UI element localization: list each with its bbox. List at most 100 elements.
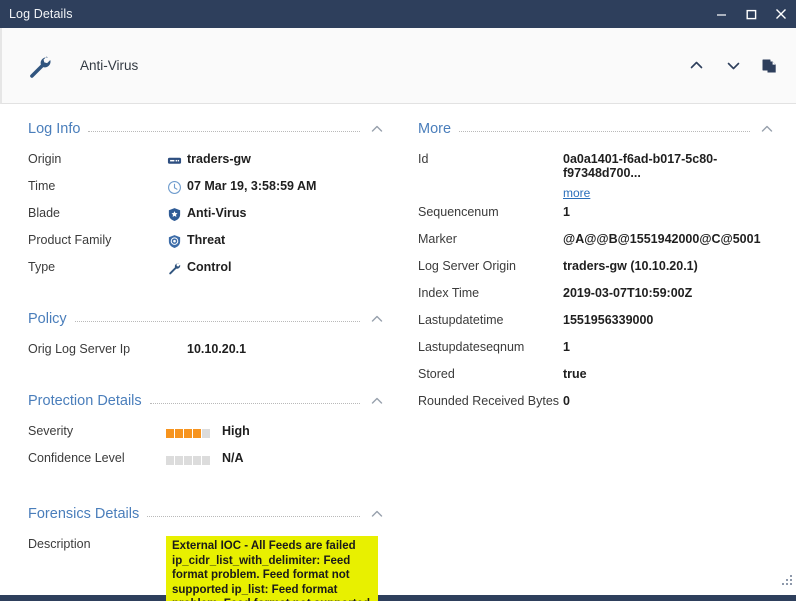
section-log-info: Log Info Origin traders-gw Time 07 Mar 1…: [28, 116, 388, 284]
field-label: Product Family: [28, 233, 112, 247]
field-value-wrap: traders-gw: [166, 150, 251, 168]
field-value: N/A: [222, 451, 244, 465]
field-value: Threat: [187, 233, 226, 247]
field-label: Sequencenum: [418, 205, 499, 219]
field-value: traders-gw: [187, 152, 251, 166]
wrench-icon: [22, 49, 56, 83]
field-value: 1: [563, 205, 570, 219]
field-label: Type: [28, 260, 56, 274]
severity-bar: [166, 429, 210, 438]
resize-grip[interactable]: [778, 571, 792, 585]
field-lastupdatetime: Lastupdatetime 1551956339000: [418, 311, 778, 337]
shield-star-icon: [166, 206, 182, 222]
field-label: Marker: [418, 232, 457, 246]
field-value: 07 Mar 19, 3:58:59 AM: [187, 179, 317, 193]
field-value: 2019-03-07T10:59:00Z: [563, 286, 693, 300]
chevron-up-icon[interactable]: [366, 507, 388, 521]
field-value: 1551956339000: [563, 313, 654, 327]
field-label: Severity: [28, 424, 74, 438]
id-more-link[interactable]: more: [563, 186, 590, 200]
chevron-up-icon[interactable]: [756, 122, 778, 136]
field-stored: Stored true: [418, 365, 778, 391]
section-header-forensics-details[interactable]: Forensics Details: [28, 501, 388, 527]
bar-segment: [175, 456, 183, 465]
field-severity: Severity High: [28, 422, 388, 448]
field-label: Log Server Origin: [418, 259, 516, 273]
chevron-up-icon[interactable]: [366, 122, 388, 136]
section-header-protection-details[interactable]: Protection Details: [28, 388, 388, 414]
section-header-more[interactable]: More: [418, 116, 778, 142]
section-forensics-details: Forensics Details Description External I…: [28, 501, 388, 601]
section-title: More: [418, 121, 452, 137]
id-value: 0a0a1401-f6ad-b017-5c80-f97348d700...: [563, 152, 718, 180]
copy-icon[interactable]: [758, 54, 782, 78]
wrench-icon: [166, 260, 182, 276]
field-value-wrap: Threat: [166, 231, 225, 249]
left-column: Log Info Origin traders-gw Time 07 Mar 1…: [0, 104, 408, 601]
section-title: Policy: [28, 311, 67, 327]
section-title: Protection Details: [28, 393, 142, 409]
field-value-wrap: 07 Mar 19, 3:58:59 AM: [166, 177, 316, 195]
field-value-wrap: High: [166, 422, 250, 438]
section-more: More Id 0a0a1401-f6ad-b017-5c80-f97348d7…: [418, 116, 778, 418]
field-value: High: [222, 424, 250, 438]
bar-segment: [193, 456, 201, 465]
page-title: Anti-Virus: [80, 58, 139, 73]
field-orig-log-server-ip: Orig Log Server Ip 10.10.20.1: [28, 340, 388, 366]
field-label: Orig Log Server Ip: [28, 342, 131, 356]
field-origin: Origin traders-gw: [28, 150, 388, 176]
section-protection-details: Protection Details Severity High Confide…: [28, 388, 388, 475]
field-product-family: Product Family Threat: [28, 231, 388, 257]
confidence-bar: [166, 456, 210, 465]
section-divider: [459, 130, 750, 132]
section-header-policy[interactable]: Policy: [28, 306, 388, 332]
maximize-button[interactable]: [736, 0, 766, 28]
section-header-log-info[interactable]: Log Info: [28, 116, 388, 142]
bar-segment: [202, 456, 210, 465]
field-time: Time 07 Mar 19, 3:58:59 AM: [28, 177, 388, 203]
gateway-icon: [166, 152, 182, 168]
section-policy: Policy Orig Log Server Ip 10.10.20.1: [28, 306, 388, 366]
field-confidence-level: Confidence Level N/A: [28, 449, 388, 475]
threat-icon: [166, 233, 182, 249]
field-label: Description: [28, 537, 91, 551]
field-label: Id: [418, 152, 429, 166]
description-text: External IOC - All Feeds are failed ip_c…: [172, 540, 370, 601]
field-blade: Blade Anti-Virus: [28, 204, 388, 230]
field-label: Time: [28, 179, 56, 193]
description-highlight: External IOC - All Feeds are failed ip_c…: [166, 536, 378, 601]
field-description: Description External IOC - All Feeds are…: [28, 535, 388, 601]
log-header: Anti-Virus: [0, 28, 796, 104]
section-title: Log Info: [28, 121, 81, 137]
titlebar: Log Details: [0, 0, 796, 28]
field-index-time: Index Time 2019-03-07T10:59:00Z: [418, 284, 778, 310]
section-divider: [88, 130, 360, 132]
field-label: Blade: [28, 206, 60, 220]
field-label: Origin: [28, 152, 62, 166]
field-value-wrap: Control: [166, 258, 231, 276]
field-label: Confidence Level: [28, 451, 125, 465]
bar-segment: [184, 429, 192, 438]
clock-icon: [166, 179, 182, 195]
field-value: 10.10.20.1: [187, 342, 247, 356]
close-button[interactable]: [766, 0, 796, 28]
right-column: More Id 0a0a1401-f6ad-b017-5c80-f97348d7…: [408, 104, 796, 594]
bar-segment: [184, 456, 192, 465]
field-lastupdateseqnum: Lastupdateseqnum 1: [418, 338, 778, 364]
chevron-up-icon[interactable]: [366, 312, 388, 326]
bar-segment: [166, 429, 174, 438]
field-label: Stored: [418, 367, 455, 381]
header-actions: [684, 28, 782, 103]
field-label: Lastupdatetime: [418, 313, 504, 327]
chevron-up-icon[interactable]: [366, 394, 388, 408]
field-value: true: [563, 367, 587, 381]
field-value: Control: [187, 260, 232, 274]
section-title: Forensics Details: [28, 506, 140, 522]
field-value-wrap: 10.10.20.1: [166, 340, 246, 356]
field-label: Lastupdateseqnum: [418, 340, 525, 354]
section-divider: [149, 402, 360, 404]
minimize-button[interactable]: [706, 0, 736, 28]
previous-log-button[interactable]: [684, 54, 708, 78]
section-divider: [147, 515, 360, 517]
next-log-button[interactable]: [721, 54, 745, 78]
